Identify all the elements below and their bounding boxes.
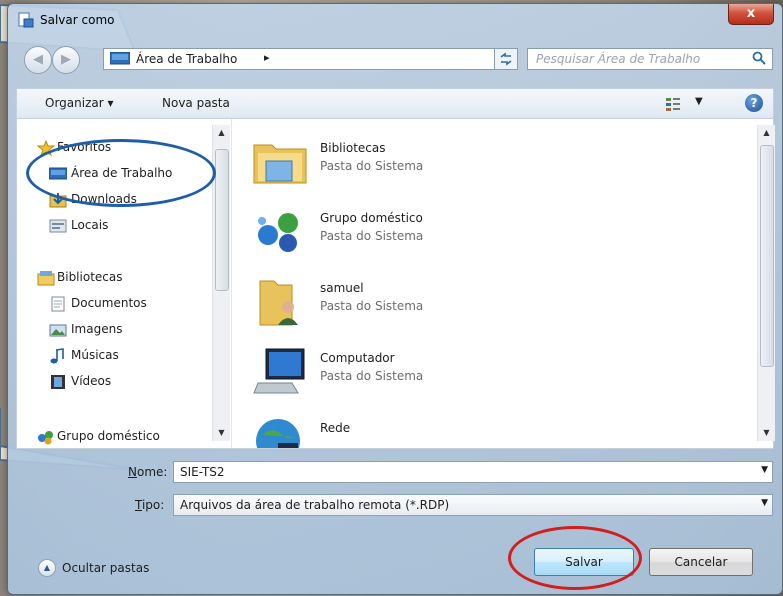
close-button[interactable]: x <box>728 4 774 25</box>
annotation-circle-save <box>508 526 642 590</box>
sidebar-item-label: Músicas <box>71 348 119 362</box>
command-bar: Organizar ▾ Nova pasta ▼ ? <box>16 88 774 119</box>
file-name-label: Nome: <box>128 465 167 479</box>
file-name-label-text: ome: <box>136 465 168 479</box>
views-icon[interactable] <box>665 96 681 112</box>
refresh-button[interactable] <box>494 48 518 70</box>
sidebar-item-label: Vídeos <box>71 374 112 388</box>
cancel-button[interactable]: Cancelar <box>649 548 753 576</box>
hide-folders-icon[interactable]: ▲ <box>38 559 56 577</box>
scroll-down-icon[interactable]: ▼ <box>213 425 230 441</box>
file-name: Rede <box>320 421 351 435</box>
file-name-dropdown-icon[interactable]: ▼ <box>761 465 768 475</box>
videos-icon <box>51 375 65 389</box>
navigation-bar: ◀ ▶ Área de Trabalho ▸ ▾ Pesquisar Área … <box>8 44 782 74</box>
list-item[interactable]: Bibliotecas Pasta do Sistema <box>252 133 732 193</box>
organize-menu[interactable]: Organizar ▾ <box>45 96 114 110</box>
dialog-title: Salvar como <box>40 13 115 27</box>
file-name-label-accesskey: N <box>128 465 137 479</box>
save-options: Nome: SIE-TS2 ▼ Tipo: Arquivos da área d… <box>8 449 782 594</box>
search-box[interactable]: Pesquisar Área de Trabalho <box>527 48 773 70</box>
music-icon <box>50 348 64 364</box>
file-type: Pasta do Sistema <box>320 369 424 383</box>
file-list-scroll-thumb[interactable] <box>760 145 774 367</box>
file-name: samuel <box>320 281 364 295</box>
list-item[interactable]: samuel Pasta do Sistema <box>252 273 732 333</box>
back-button[interactable]: ◀ <box>24 46 52 74</box>
file-name: Bibliotecas <box>320 141 386 155</box>
images-icon <box>49 324 67 337</box>
title-bar: Salvar como x <box>8 4 782 38</box>
save-as-dialog: Salvar como x ◀ ▶ Área de Trabalho ▸ ▾ P… <box>7 3 783 595</box>
file-list: Bibliotecas Pasta do Sistema Grupo domés… <box>232 119 757 448</box>
sidebar-item-label: Locais <box>71 218 109 232</box>
file-name-value: SIE-TS2 <box>180 465 225 479</box>
help-button[interactable]: ? <box>745 94 763 112</box>
scroll-up-icon[interactable]: ▲ <box>758 125 775 141</box>
list-item[interactable]: Rede <box>252 413 732 448</box>
user-folder-icon <box>259 280 298 326</box>
nav-pane-scroll-thumb[interactable] <box>215 149 229 291</box>
file-type-select[interactable]: Arquivos da área de trabalho remota (*.R… <box>173 494 773 516</box>
scroll-down-icon[interactable]: ▼ <box>758 425 775 441</box>
recent-places-icon <box>49 219 67 233</box>
sidebar-item-label: Documentos <box>71 296 147 310</box>
sidebar-item-label: Grupo doméstico <box>57 429 160 443</box>
breadcrumb-chevron-icon[interactable]: ▸ <box>264 51 270 64</box>
libraries-folder-icon <box>253 144 307 184</box>
sidebar-item-label: Bibliotecas <box>57 270 123 284</box>
documents-icon <box>51 296 65 312</box>
refresh-icon <box>500 52 512 66</box>
new-folder-button[interactable]: Nova pasta <box>162 96 230 110</box>
desktop-icon <box>110 52 130 65</box>
address-text: Área de Trabalho <box>136 52 238 66</box>
file-type: Pasta do Sistema <box>320 299 424 313</box>
file-name: Grupo doméstico <box>320 211 423 225</box>
file-type-label-accesskey: T <box>135 498 142 512</box>
scroll-up-icon[interactable]: ▲ <box>213 125 230 141</box>
address-bar[interactable]: Área de Trabalho ▸ ▾ <box>103 48 513 70</box>
search-placeholder: Pesquisar Área de Trabalho <box>536 52 701 66</box>
search-icon <box>752 51 766 65</box>
homegroup-icon <box>38 431 53 445</box>
save-dialog-icon <box>18 12 34 28</box>
file-type-label: Tipo: <box>135 498 164 512</box>
network-icon <box>256 419 300 448</box>
file-type-label-text: ipo: <box>141 498 165 512</box>
sidebar-item-label: Imagens <box>71 322 123 336</box>
file-type-dropdown-icon[interactable]: ▼ <box>761 498 768 508</box>
file-name: Computador <box>320 351 395 365</box>
forward-button[interactable]: ▶ <box>52 46 80 74</box>
list-item[interactable]: Grupo doméstico Pasta do Sistema <box>252 203 732 263</box>
annotation-circle-desktop <box>26 139 216 207</box>
file-type: Pasta do Sistema <box>320 229 424 243</box>
file-list-scrollbar[interactable]: ▲ ▼ <box>757 125 775 441</box>
list-item[interactable]: Computador Pasta do Sistema <box>252 343 732 403</box>
file-type: Pasta do Sistema <box>320 159 424 173</box>
file-name-input[interactable]: SIE-TS2 ▼ <box>173 461 773 483</box>
hide-folders-button[interactable]: Ocultar pastas <box>62 561 149 575</box>
libraries-icon <box>37 271 55 286</box>
views-dropdown-icon[interactable]: ▼ <box>695 96 703 107</box>
computer-icon <box>253 348 305 394</box>
file-type-value: Arquivos da área de trabalho remota (*.R… <box>180 498 450 512</box>
homegroup-icon <box>258 213 298 252</box>
